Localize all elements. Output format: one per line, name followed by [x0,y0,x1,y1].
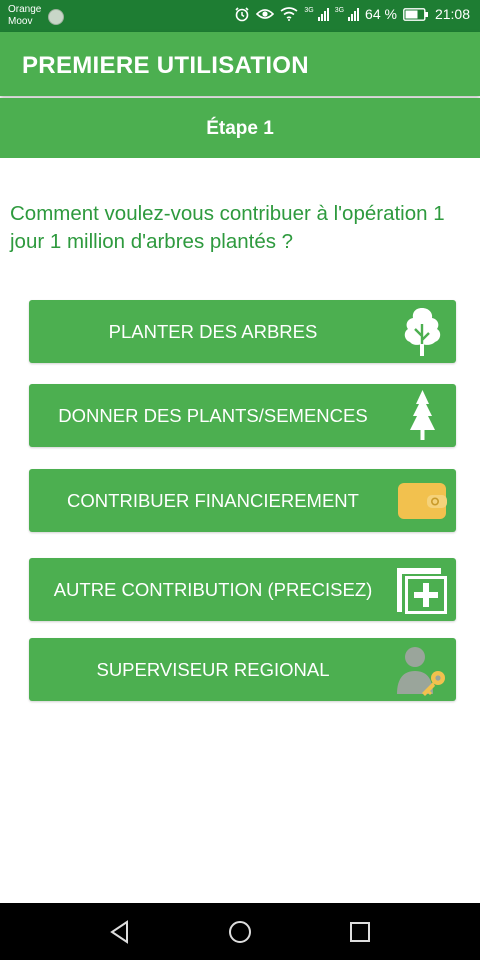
recents-icon[interactable] [347,919,373,945]
step-title: Étape 1 [206,118,274,139]
user-key-icon [397,647,445,696]
battery-icon [403,7,428,21]
financial-contribution-button[interactable]: CONTRIBUER FINANCIEREMENT [29,469,456,532]
option-label: DONNER DES PLANTS/SEMENCES [58,404,368,426]
pine-tree-icon [410,390,435,440]
back-icon[interactable] [107,919,133,945]
signal-2-icon [348,7,360,21]
plant-trees-button[interactable]: PLANTER DES ARBRES [29,300,456,363]
signal-1-icon [317,7,329,21]
donate-plants-button[interactable]: DONNER DES PLANTS/SEMENCES [29,384,456,447]
other-contribution-button[interactable]: AUTRE CONTRIBUTION (PRECISEZ) [29,558,456,621]
option-label: SUPERVISEUR REGIONAL [96,658,330,680]
status-bar: Orange Moov 3G 3G 64 % 21:08 [0,0,480,32]
carrier-name: Orange Moov [8,4,41,28]
question-text: Comment voulez-vous contribuer à l'opéra… [10,202,445,253]
carrier-line-2: Moov [8,16,33,27]
navigation-bar [0,903,480,960]
option-label: PLANTER DES ARBRES [108,320,318,342]
tree-icon [404,308,441,356]
network-type-2: 3G [334,6,345,14]
notification-dot-icon [48,9,64,25]
eye-icon [256,9,275,19]
option-label: CONTRIBUER FINANCIEREMENT [67,489,359,511]
carrier-line-1: Orange [8,4,42,15]
app-bar: PREMIERE UTILISATION [0,32,480,96]
home-icon[interactable] [227,919,253,945]
add-document-icon [397,568,447,614]
wallet-icon [398,483,447,519]
clock: 21:08 [434,6,470,22]
status-icons: 3G 3G 64 % 21:08 [234,6,470,22]
option-label: AUTRE CONTRIBUTION (PRECISEZ) [53,578,373,600]
page-title: PREMIERE UTILISATION [22,52,309,79]
battery-percent: 64 % [365,6,397,22]
wifi-icon [280,7,298,21]
network-type-1: 3G [304,6,314,14]
step-header: Étape 1 [0,98,480,158]
regional-supervisor-button[interactable]: SUPERVISEUR REGIONAL [29,638,456,701]
alarm-icon [235,7,249,22]
